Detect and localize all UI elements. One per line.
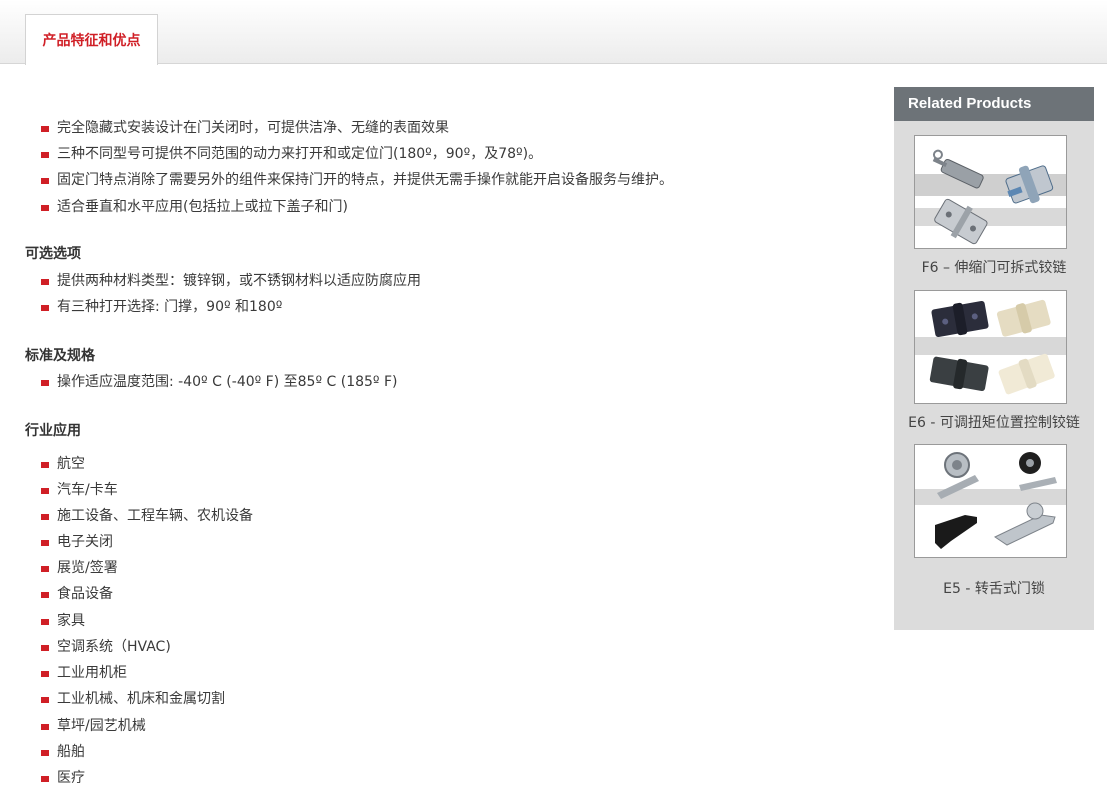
- bullet-icon: [41, 488, 49, 494]
- bullet-icon: [41, 671, 49, 677]
- bullet-icon: [41, 645, 49, 651]
- list-item: 空调系统（HVAC): [41, 637, 171, 657]
- list-item: 施工设备、工程车辆、农机设备: [41, 506, 253, 526]
- bullet-icon: [41, 380, 49, 386]
- list-item: 草坪/园艺机械: [41, 716, 146, 736]
- bullet-icon: [41, 540, 49, 546]
- list-item: 展览/签署: [41, 558, 118, 578]
- list-item: 汽车/卡车: [41, 480, 118, 500]
- torque-hinge-product-icon[interactable]: [914, 290, 1067, 404]
- standards-heading: 标准及规格: [25, 348, 95, 364]
- list-item: 电子关闭: [41, 532, 113, 552]
- bullet-icon: [41, 514, 49, 520]
- list-item: 食品设备: [41, 584, 113, 604]
- bullet-icon: [41, 152, 49, 158]
- bullet-icon: [41, 750, 49, 756]
- tab-features[interactable]: 产品特征和优点: [25, 14, 158, 65]
- tab-bar: 产品特征和优点: [0, 0, 1107, 65]
- bullet-icon: [41, 776, 49, 782]
- related-products-panel: Related Products F6 – 伸缩门可拆式铰链 E6 - 可调扭矩…: [894, 87, 1094, 630]
- bullet-icon: [41, 566, 49, 572]
- related-product-label[interactable]: E6 - 可调扭矩位置控制铰链: [894, 412, 1094, 432]
- list-item: 航空: [41, 454, 85, 474]
- related-products-title: Related Products: [894, 87, 1094, 121]
- bullet-icon: [41, 305, 49, 311]
- list-item: 适合垂直和水平应用(包括拉上或拉下盖子和门): [41, 197, 348, 217]
- list-item: 提供两种材料类型：镀锌钢，或不锈钢材料以适应防腐应用: [41, 271, 421, 291]
- list-item: 工业机械、机床和金属切割: [41, 689, 225, 709]
- list-item: 家具: [41, 611, 85, 631]
- bullet-icon: [41, 178, 49, 184]
- industries-heading: 行业应用: [25, 423, 81, 439]
- bullet-icon: [41, 619, 49, 625]
- list-item: 操作适应温度范围: -40º C (-40º F) 至85º C (185º F…: [41, 372, 397, 392]
- bullet-icon: [41, 592, 49, 598]
- options-heading: 可选选项: [25, 246, 81, 262]
- bullet-icon: [41, 724, 49, 730]
- quarter-turn-latch-product-icon[interactable]: [914, 444, 1067, 558]
- bullet-icon: [41, 279, 49, 285]
- related-product-label[interactable]: E5 - 转舌式门锁: [894, 578, 1094, 598]
- bullet-icon: [41, 205, 49, 211]
- list-item: 船舶: [41, 742, 85, 762]
- hinge-product-icon[interactable]: [914, 135, 1067, 249]
- list-item: 三种不同型号可提供不同范围的动力来打开和或定位门(180º，90º，及78º)。: [41, 144, 542, 164]
- list-item: 完全隐藏式安装设计在门关闭时，可提供洁净、无缝的表面效果: [41, 118, 449, 138]
- list-item: 固定门特点消除了需要另外的组件来保持门开的特点，并提供无需手操作就能开启设备服务…: [41, 170, 673, 190]
- related-product-label[interactable]: F6 – 伸缩门可拆式铰链: [894, 257, 1094, 277]
- list-item: 医疗: [41, 768, 85, 788]
- list-item: 有三种打开选择: 门撑，90º 和180º: [41, 297, 282, 317]
- bullet-icon: [41, 126, 49, 132]
- list-item: 工业用机柜: [41, 663, 127, 683]
- bullet-icon: [41, 462, 49, 468]
- bullet-icon: [41, 697, 49, 703]
